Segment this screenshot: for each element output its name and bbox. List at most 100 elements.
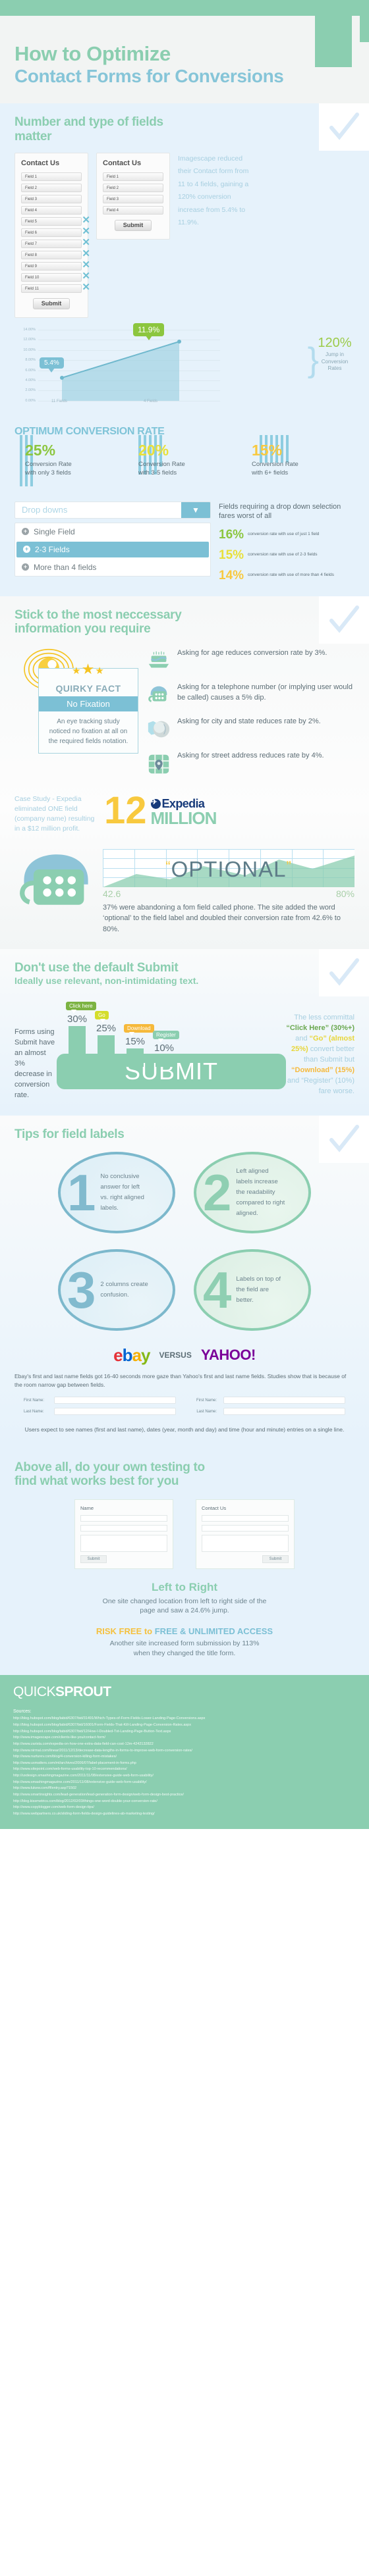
brand-light: QUICK	[13, 1684, 56, 1700]
telephone-icon	[146, 683, 171, 708]
risk-free-callout: RISK FREE to FREE & UNLIMITED ACCESS Ano…	[14, 1626, 355, 1658]
page-title-line1: How to Optimize	[14, 42, 171, 65]
optimum-label: Conversion Rate with only 3 fields	[25, 460, 72, 477]
submit-button[interactable]: Submit	[115, 219, 152, 231]
form-field[interactable]: Field 2	[21, 183, 82, 192]
submit-right-fragment: “Register” (10%)	[301, 1076, 355, 1085]
source-link[interactable]: http://blog.hubspot.com/blog/tabid/6307/…	[13, 1722, 356, 1729]
form-field[interactable]: Field 6 ✕	[21, 226, 90, 237]
source-link[interactable]: http://www.nurturev.com/blog/4-conversio…	[13, 1754, 356, 1761]
form-field[interactable]: Field 3	[103, 194, 163, 203]
optional-word-text: OPTIONAL	[171, 856, 287, 881]
source-link[interactable]: http://blog.hubspot.com/blog/tabid/6307/…	[13, 1729, 356, 1736]
contact-form-4-fields: Contact Us Field 1 Field 2 Field 3 Field 4 …	[96, 152, 170, 240]
jump-value: 120%	[318, 335, 352, 350]
dropdown-option-list[interactable]: + Single Field +2-3 Fields + More than 4 fie…	[14, 522, 211, 577]
source-link[interactable]: http://uxdesign.smashingmagazine.com/201…	[13, 1773, 356, 1780]
section-heading: Don't use the default Submit	[14, 961, 179, 975]
source-link[interactable]: http://www.smartinsights.com/lead-genera…	[13, 1792, 356, 1799]
dropdown-stat-text: conversion rate with use of more than 4 …	[248, 573, 334, 578]
form-field[interactable]: Field 9 ✕	[21, 260, 90, 270]
first-name-field[interactable]	[54, 1397, 176, 1404]
dropdown-option[interactable]: + More than 4 fields	[15, 559, 210, 576]
chart-y-tick: 6.00%	[25, 368, 36, 373]
dropdown-stat: 16% conversion rate with use of just 1 fi…	[219, 528, 355, 541]
bar	[156, 1055, 173, 1068]
expedia-note: Case Study - Expedia eliminated ONE fiel…	[14, 794, 95, 833]
form-field[interactable]: Field 10 ✕	[21, 271, 90, 282]
source-link[interactable]: http://www.uxmatters.com/mt/archives/200…	[13, 1761, 356, 1767]
form-field[interactable]: Field 3	[21, 194, 82, 203]
test-form-right: Contact Us Submit	[196, 1499, 295, 1569]
first-name-field[interactable]	[223, 1397, 345, 1404]
form-field[interactable]: Field 11 ✕	[21, 282, 90, 293]
quote-open: “	[165, 858, 171, 875]
tip-text: 2 columns create confusion.	[100, 1280, 148, 1299]
optional-case-study: “OPTIONAL” 42.6 80% 37% were abandoning …	[14, 848, 355, 935]
dropdown-option[interactable]: + Single Field	[15, 523, 210, 540]
remove-field-icon: ✕	[82, 270, 90, 282]
chart-y-tick: 14.00%	[23, 327, 36, 332]
source-link[interactable]: http://www.nirmal.com/linear/2011/12/13/…	[13, 1748, 356, 1755]
dropdown-stat-text: conversion rate with use of 2-3 fields	[248, 552, 318, 557]
optimum-percent: 20%	[138, 441, 169, 459]
source-link[interactable]: http://blog.hubspot.com/blog/tabid/6307/…	[13, 1716, 356, 1722]
tip-number: 3	[67, 1260, 96, 1319]
optional-description: 37% were abandoning a fom field called p…	[103, 903, 341, 933]
section-subheading: Ideally use relevant, non-intimidating t…	[14, 975, 199, 987]
source-link[interactable]: http://blog.kissmetrics.com/blog/2012/02…	[13, 1799, 356, 1805]
source-link[interactable]: http://www.sitepoint.com/web-forms-usabi…	[13, 1766, 356, 1773]
form-title: Contact Us	[103, 159, 142, 167]
form-field[interactable]: Field 7 ✕	[21, 238, 90, 248]
source-link[interactable]: http://www.webpartners.co.uk/sliding-for…	[13, 1811, 356, 1818]
remove-field-icon: ✕	[82, 247, 90, 259]
form-field[interactable]: Field 5 ✕	[21, 215, 90, 226]
form-field[interactable]: Field 4	[21, 205, 82, 215]
fact-text: Asking for age reduces conversion rate b…	[177, 648, 327, 657]
chevron-down-icon[interactable]: ▼	[181, 502, 210, 518]
quote-close: ”	[286, 858, 292, 875]
tip-item: 4 Labels on top of the field are better.	[194, 1249, 311, 1331]
form-field[interactable]: Field 4	[103, 205, 163, 215]
test-form-textarea[interactable]	[202, 1534, 289, 1552]
submit-button[interactable]: Submit	[33, 297, 70, 309]
form-field[interactable]: Field 1	[21, 172, 82, 181]
source-link[interactable]: http://www.copyblogger.com/web-form-desi…	[13, 1805, 356, 1811]
bar-value-label: 10%	[154, 1043, 175, 1054]
optimum-conversion-rate: OPTIMUM CONVERSION RATE 25% Conversion Ra…	[14, 426, 355, 486]
test-form-field[interactable]	[80, 1514, 167, 1522]
test-form-submit[interactable]: Submit	[80, 1555, 107, 1563]
form-field[interactable]: Field 2	[103, 183, 163, 192]
test-form-field[interactable]	[202, 1514, 289, 1522]
test-form-textarea[interactable]	[80, 1534, 167, 1552]
dropdown-stat-text: conversion rate with use of just 1 field	[248, 532, 320, 537]
tip-item: 2 Left aligned labels increase the readab…	[194, 1151, 311, 1233]
fact-item: Asking for street address reduces rate b…	[146, 751, 355, 776]
source-link[interactable]: http://www.imagescape.com/clients-like-y…	[13, 1735, 356, 1741]
form-field[interactable]: Field 1	[103, 172, 163, 181]
test-form-field[interactable]	[80, 1524, 167, 1532]
last-name-field[interactable]	[223, 1408, 345, 1416]
dropdown-selected-value: Drop downs	[22, 505, 68, 515]
test-form-field[interactable]	[202, 1524, 289, 1532]
dropdown-option[interactable]: +2-3 Fields	[16, 541, 209, 557]
sources-heading: Sources:	[13, 1709, 32, 1714]
label-demo-right: First Name: Last Name:	[193, 1397, 345, 1419]
dropdown-stat-percent: 16%	[219, 528, 244, 542]
source-link[interactable]: http://www.zarista.com/expedia-on-how-on…	[13, 1741, 356, 1748]
test-form-submit[interactable]: Submit	[262, 1555, 289, 1563]
submit-right-fragment: The less committal	[294, 1014, 355, 1022]
sources-list[interactable]: http://blog.hubspot.com/blog/tabid/6307/…	[13, 1716, 356, 1817]
section-heading: Tips for field labels	[14, 1127, 125, 1141]
source-link[interactable]: http://www.smashingmagazine.com/2011/11/…	[13, 1780, 356, 1786]
form-field[interactable]: Field 8 ✕	[21, 249, 90, 259]
versus-label: VERSUS	[159, 1351, 192, 1360]
left-to-right-title: Left to Right	[151, 1580, 218, 1593]
dropdown-select[interactable]: Drop downs ▼	[14, 501, 211, 519]
section-submit-button: Don't use the default Submit Ideally use…	[0, 949, 369, 1116]
dropdown-option-label: 2-3 Fields	[35, 544, 70, 554]
chart-y-tick: 10.00%	[23, 348, 36, 352]
source-link[interactable]: http://www.lukew.com/ff/entry.asp?1502	[13, 1786, 356, 1792]
optimum-stat: 15% Conversion Rate with 6+ fields	[241, 442, 355, 478]
last-name-field[interactable]	[54, 1408, 176, 1416]
